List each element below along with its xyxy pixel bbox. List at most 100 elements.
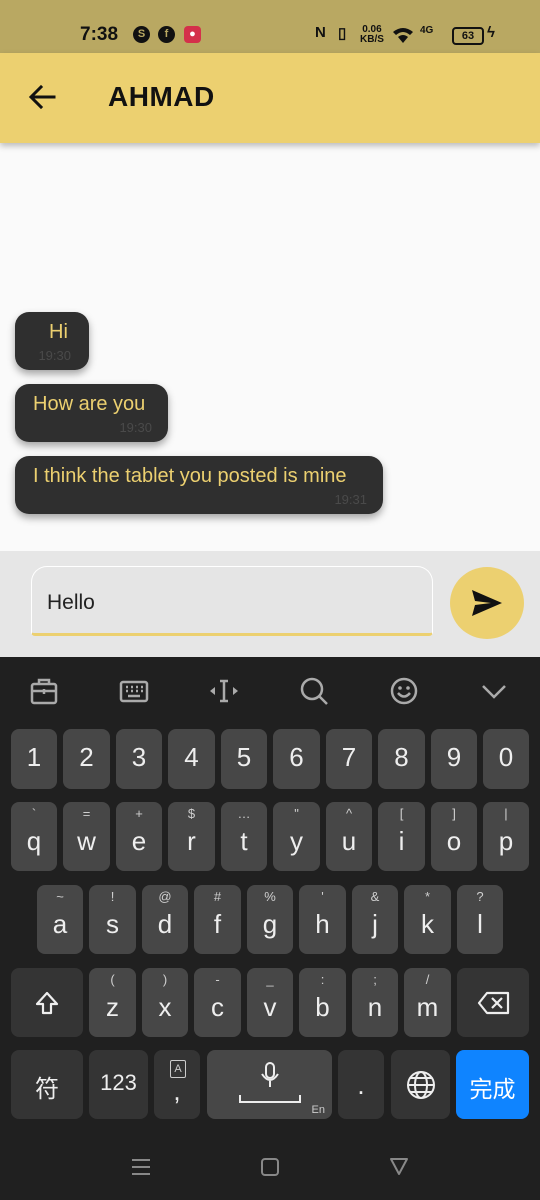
- key-alt-label: …: [237, 806, 251, 821]
- key-m[interactable]: / m: [404, 968, 451, 1037]
- key-p[interactable]: | p: [483, 802, 529, 871]
- microphone-icon: [261, 1062, 279, 1087]
- key-7[interactable]: 7: [326, 729, 372, 789]
- charging-icon: ϟ: [487, 24, 495, 41]
- key-h[interactable]: ' h: [299, 885, 346, 954]
- key-e[interactable]: + e: [116, 802, 162, 871]
- key-label: 符: [35, 1076, 59, 1103]
- key-label: 8: [394, 742, 409, 772]
- key-3[interactable]: 3: [116, 729, 162, 789]
- key-1[interactable]: 1: [11, 729, 57, 789]
- message-time: 19:30: [119, 420, 152, 435]
- numbers-key[interactable]: 123: [89, 1050, 148, 1119]
- key-0[interactable]: 0: [483, 729, 529, 789]
- key-label: w: [77, 826, 96, 856]
- message-input[interactable]: Hello: [31, 566, 433, 636]
- shift-icon: [35, 991, 59, 1015]
- key-label: 2: [79, 742, 94, 772]
- message-input-value: Hello: [47, 591, 95, 614]
- clipboard-icon[interactable]: [28, 675, 60, 707]
- wifi-icon: [393, 28, 413, 43]
- key-label: 完成: [469, 1076, 516, 1102]
- key-label: 6: [289, 742, 304, 772]
- language-key[interactable]: [391, 1050, 450, 1119]
- key-o[interactable]: ] o: [431, 802, 477, 871]
- key-5[interactable]: 5: [221, 729, 267, 789]
- shift-key[interactable]: [11, 968, 83, 1037]
- collapse-keyboard-icon[interactable]: [478, 675, 510, 707]
- key-alt-label: -: [215, 972, 220, 987]
- spacebar-icon: [239, 1095, 301, 1103]
- key-8[interactable]: 8: [378, 729, 425, 789]
- key-f[interactable]: # f: [194, 885, 241, 954]
- key-label: 5: [236, 742, 252, 772]
- back-arrow-icon[interactable]: [26, 81, 58, 113]
- key-6[interactable]: 6: [273, 729, 320, 789]
- key-alt-label: ": [294, 806, 299, 821]
- keyboard-layout-icon[interactable]: [118, 675, 150, 707]
- emoji-icon[interactable]: [388, 675, 420, 707]
- key-4[interactable]: 4: [168, 729, 215, 789]
- key-l[interactable]: ? l: [457, 885, 503, 954]
- key-label: e: [131, 826, 147, 856]
- net-speed-unit: KB/S: [360, 34, 384, 45]
- key-alt-label: =: [82, 806, 91, 821]
- key-alt-label: !: [110, 889, 115, 904]
- key-label: d: [157, 909, 173, 939]
- key-u[interactable]: ^ u: [326, 802, 372, 871]
- key-r[interactable]: $ r: [168, 802, 215, 871]
- key-c[interactable]: -c: [194, 968, 241, 1037]
- key-n[interactable]: ; n: [352, 968, 398, 1037]
- key-d[interactable]: @ d: [142, 885, 188, 954]
- key-9[interactable]: 9: [431, 729, 477, 789]
- key-v[interactable]: _ v: [247, 968, 293, 1037]
- key-alt-label: ): [162, 972, 168, 987]
- globe-icon: [407, 1071, 435, 1099]
- key-s[interactable]: ! s: [89, 885, 136, 954]
- key-q[interactable]: ` q: [11, 802, 57, 871]
- net-speed: 0.06 KB/S: [360, 25, 384, 45]
- key-t[interactable]: … t: [221, 802, 267, 871]
- key-2[interactable]: 2: [63, 729, 110, 789]
- key-label: q: [26, 826, 42, 856]
- key-g[interactable]: % g: [247, 885, 293, 954]
- message-bubble[interactable]: I think the tablet you posted is mine 19…: [15, 456, 383, 514]
- space-key[interactable]: En: [207, 1050, 332, 1119]
- vibrate-icon: ▯: [338, 25, 347, 42]
- message-bubble[interactable]: How are you 19:30: [15, 384, 168, 442]
- backspace-key[interactable]: [457, 968, 529, 1037]
- done-key[interactable]: 完成: [456, 1050, 529, 1119]
- key-w[interactable]: = w: [63, 802, 110, 871]
- key-x[interactable]: ) x: [142, 968, 188, 1037]
- key-b[interactable]: :b: [299, 968, 346, 1037]
- key-alt-label: _: [266, 972, 274, 987]
- key-z[interactable]: (z: [89, 968, 136, 1037]
- symbols-key[interactable]: 符: [11, 1050, 83, 1119]
- key-a[interactable]: ~ a: [37, 885, 83, 954]
- message-text: I think the tablet you posted is mine: [33, 465, 347, 487]
- key-alt-label: $: [187, 806, 196, 821]
- key-k[interactable]: * k: [404, 885, 451, 954]
- key-label: p: [498, 826, 514, 856]
- message-time: 19:31: [334, 492, 367, 507]
- home-icon[interactable]: [260, 1157, 280, 1177]
- search-icon[interactable]: [298, 675, 330, 707]
- key-j[interactable]: & j: [352, 885, 398, 954]
- send-button[interactable]: [450, 567, 524, 639]
- key-label: .: [357, 1070, 365, 1100]
- key-i[interactable]: [i: [378, 802, 425, 871]
- key-label: k: [421, 909, 434, 939]
- key-y[interactable]: " y: [273, 802, 320, 871]
- recent-apps-icon[interactable]: [130, 1157, 152, 1177]
- back-nav-icon[interactable]: [389, 1156, 409, 1176]
- app-bar: AHMAD: [0, 53, 540, 143]
- key-label: 4: [184, 742, 199, 772]
- screen-record-icon: ●: [184, 26, 201, 43]
- send-icon: [472, 590, 502, 616]
- cursor-move-icon[interactable]: [208, 675, 240, 707]
- period-key[interactable]: .: [338, 1050, 384, 1119]
- comma-key[interactable]: A ,: [154, 1050, 200, 1119]
- status-bar: 7:38 S f ● N ▯ 0.06 KB/S 4G 63 ϟ: [0, 0, 540, 53]
- message-bubble[interactable]: Hi 19:30: [15, 312, 89, 370]
- key-label: f: [213, 909, 222, 939]
